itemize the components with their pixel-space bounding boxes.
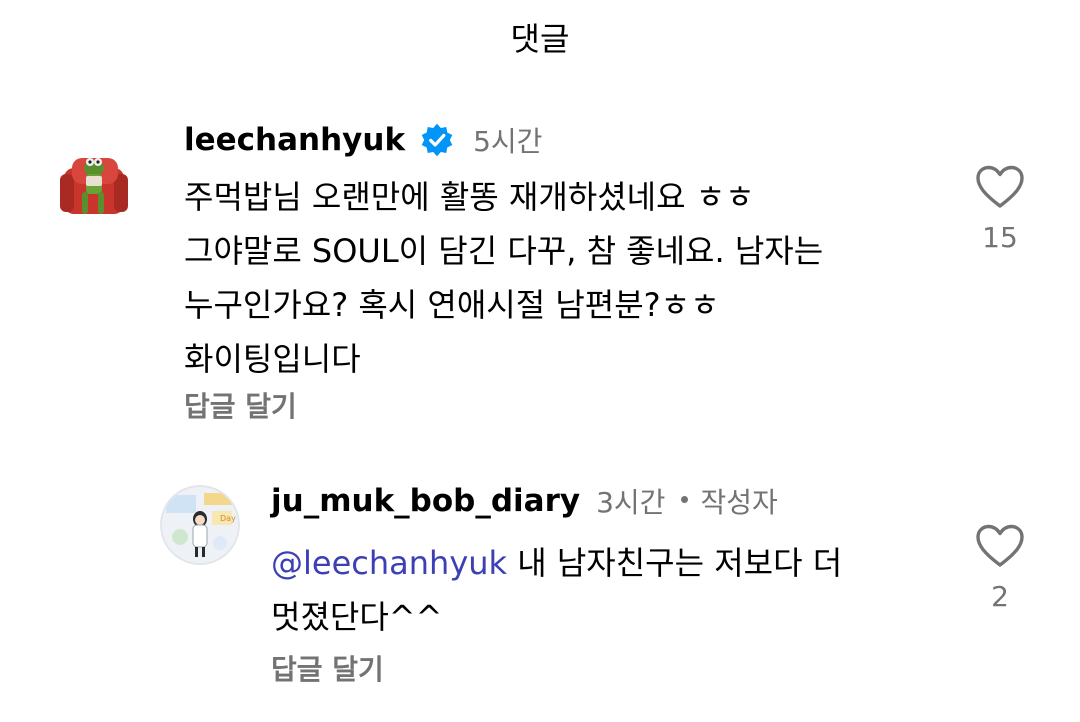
like-count: 2 <box>991 580 1009 613</box>
verified-badge-icon <box>421 123 453 157</box>
comment-text-line: 누구인가요? 혹시 연애시절 남편분?ㅎㅎ <box>184 286 720 324</box>
reply-button[interactable]: 답글 달기 <box>184 385 297 425</box>
like-button[interactable]: 2 <box>970 524 1030 613</box>
like-button[interactable]: 15 <box>970 165 1030 254</box>
avatar[interactable]: Day <box>160 485 240 565</box>
heart-icon <box>976 165 1024 208</box>
avatar[interactable] <box>58 138 130 220</box>
comment-text: 주먹밥님 오랜만에 활똥 재개하셨네요 ㅎㅎ 그야말로 SOUL이 담긴 다꾸,… <box>184 170 823 386</box>
reply-text-content: 내 남자친구는 저보다 더 <box>507 544 843 582</box>
comment-username[interactable]: leechanhyuk <box>184 122 405 158</box>
reply-username[interactable]: ju_muk_bob_diary <box>271 483 580 519</box>
reply-text-line: 멋졌단다^^ <box>271 598 443 636</box>
svg-text:Day: Day <box>220 514 236 523</box>
diary-avatar-icon: Day <box>160 485 240 565</box>
comment-text-line: 그야말로 SOUL이 담긴 다꾸, 참 좋네요. 남자는 <box>184 232 824 270</box>
comment-text-line: 화이팅입니다 <box>184 340 361 378</box>
kermit-avatar-icon <box>58 138 130 220</box>
comment-text-line: 주먹밥님 오랜만에 활똥 재개하셨네요 ㅎㅎ <box>184 178 755 216</box>
comments-sheet: 댓글 leechanhyuk 5시간 주먹밥님 오랜만에 활똥 재개하셨네요 ㅎ… <box>0 0 1080 722</box>
author-label: 작성자 <box>700 486 778 519</box>
reply-text: @leechanhyuk 내 남자친구는 저보다 더 멋졌단다^^ <box>271 536 842 644</box>
heart-icon <box>976 524 1024 567</box>
like-count: 15 <box>982 221 1018 254</box>
mention-link[interactable]: @leechanhyuk <box>271 544 507 582</box>
reply-header: ju_muk_bob_diary 3시간 작성자 <box>271 481 778 521</box>
comment-time: 5시간 <box>473 125 543 158</box>
comment-header: leechanhyuk 5시간 <box>184 120 542 160</box>
separator-dot <box>681 495 689 503</box>
reply-text-line: @leechanhyuk 내 남자친구는 저보다 더 <box>271 536 842 590</box>
reply-button[interactable]: 답글 달기 <box>271 648 384 688</box>
reply-time: 3시간 <box>596 486 666 519</box>
page-title: 댓글 <box>510 20 570 58</box>
